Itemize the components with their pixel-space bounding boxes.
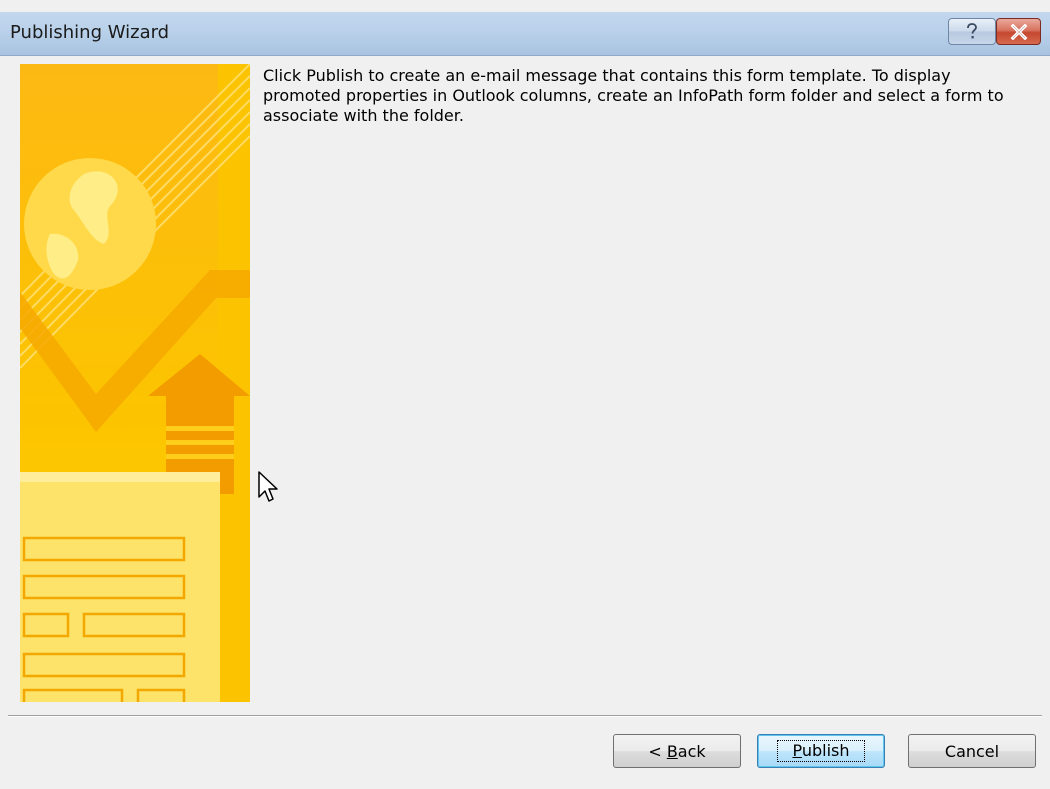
close-icon	[1010, 23, 1027, 40]
close-button[interactable]	[996, 18, 1041, 45]
publish-button[interactable]: Publish	[757, 734, 885, 768]
back-button[interactable]: < Back	[613, 734, 741, 768]
title-bar[interactable]: Publishing Wizard	[0, 12, 1050, 56]
publishing-wizard-dialog: Publishing Wizard Click Publish to creat…	[0, 0, 1050, 789]
window-title: Publishing Wizard	[10, 22, 170, 43]
cancel-button[interactable]: Cancel	[908, 734, 1036, 768]
back-mnemonic: B	[666, 741, 678, 761]
help-button[interactable]	[948, 18, 996, 45]
question-mark-icon	[967, 22, 977, 38]
mouse-pointer-icon	[258, 471, 278, 502]
publish-mnemonic: P	[792, 741, 802, 760]
back-button-label: < Back	[648, 741, 706, 761]
publish-button-label: Publish	[777, 740, 865, 762]
wizard-banner-graphic	[20, 64, 250, 702]
instructions-text: Click Publish to create an e-mail messag…	[263, 66, 1004, 125]
button-separator	[8, 715, 1042, 717]
